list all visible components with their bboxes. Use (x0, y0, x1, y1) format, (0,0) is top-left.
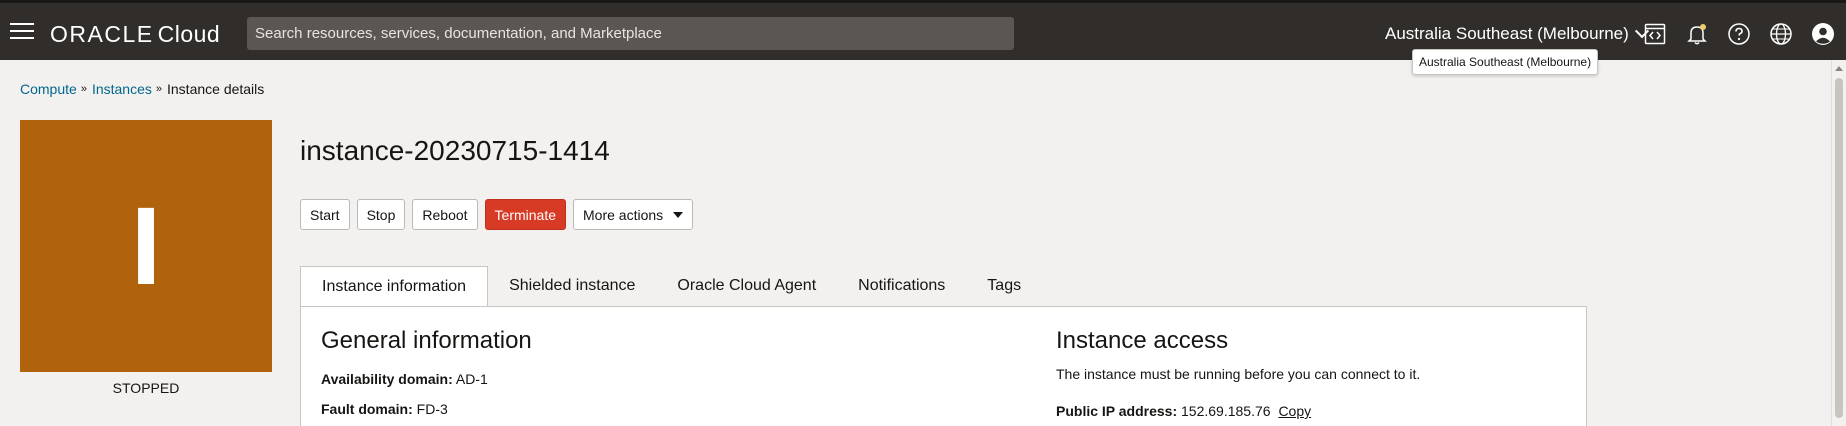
more-actions-button[interactable]: More actions (573, 199, 694, 230)
scrollbar-thumb[interactable] (1835, 78, 1843, 418)
more-actions-label: More actions (583, 206, 664, 223)
breadcrumb-separator: » (155, 83, 162, 95)
brand-oracle: ORACLE (50, 21, 154, 47)
page-title: instance-20230715-1414 (300, 135, 610, 166)
breadcrumb-compute[interactable]: Compute (20, 81, 77, 97)
breadcrumb-current: Instance details (167, 81, 265, 97)
instance-information-panel: General information Availability domain:… (300, 306, 1587, 426)
instance-avatar: I (20, 120, 272, 372)
copy-ip-link[interactable]: Copy (1278, 403, 1311, 419)
breadcrumb-instances[interactable]: Instances (92, 81, 152, 97)
terminate-button[interactable]: Terminate (484, 199, 567, 230)
status-label: STOPPED (112, 380, 180, 396)
caret-down-icon (673, 211, 684, 218)
breadcrumb: Compute » Instances » Instance details (20, 81, 264, 97)
globe-icon[interactable] (1769, 22, 1793, 46)
tab-tags[interactable]: Tags (966, 266, 1042, 306)
fault-domain-value: FD-3 (416, 401, 448, 417)
action-toolbar: Start Stop Reboot Terminate More actions (300, 199, 700, 230)
bell-icon[interactable] (1685, 22, 1709, 46)
tab-bar: Instance information Shielded instance O… (300, 266, 1042, 307)
help-icon[interactable] (1727, 22, 1751, 46)
stop-button[interactable]: Stop (356, 199, 406, 230)
availability-domain-value: AD-1 (455, 371, 488, 387)
tab-notifications[interactable]: Notifications (837, 266, 966, 306)
public-ip-value: 152.69.185.76 (1181, 403, 1271, 419)
general-information-heading: General information (321, 327, 532, 354)
region-selector[interactable]: Australia Southeast (Melbourne) (1385, 24, 1649, 44)
brand-cloud: Cloud (157, 21, 221, 47)
oracle-cloud-logo[interactable]: ORACLE Cloud (50, 21, 220, 48)
fault-domain-label: Fault domain: (321, 401, 413, 417)
breadcrumb-separator: » (80, 83, 87, 95)
menu-icon[interactable] (10, 23, 34, 41)
page-scrollbar[interactable] (1831, 60, 1846, 426)
code-editor-icon[interactable] (1643, 22, 1667, 46)
region-tooltip: Australia Southeast (Melbourne) (1412, 49, 1599, 75)
region-label: Australia Southeast (Melbourne) (1385, 24, 1629, 43)
availability-domain-row: Availability domain: AD-1 (321, 371, 488, 387)
reboot-button[interactable]: Reboot (412, 199, 478, 230)
instance-access-heading: Instance access (1056, 327, 1229, 354)
user-icon[interactable] (1811, 22, 1835, 46)
fault-domain-row: Fault domain: FD-3 (321, 401, 448, 417)
start-button[interactable]: Start (300, 199, 350, 230)
availability-domain-label: Availability domain: (321, 371, 453, 387)
tab-instance-information[interactable]: Instance information (300, 266, 489, 307)
tab-oracle-cloud-agent[interactable]: Oracle Cloud Agent (656, 266, 837, 306)
instance-access-note: The instance must be running before you … (1056, 366, 1421, 382)
search-input[interactable]: Search resources, services, documentatio… (247, 17, 1014, 50)
public-ip-row: Public IP address: 152.69.185.76 Copy (1056, 403, 1311, 419)
public-ip-label: Public IP address: (1056, 403, 1178, 419)
scroll-up-arrow-icon[interactable] (1835, 66, 1843, 71)
tab-shielded-instance[interactable]: Shielded instance (488, 266, 656, 306)
avatar-letter: I (130, 184, 162, 308)
